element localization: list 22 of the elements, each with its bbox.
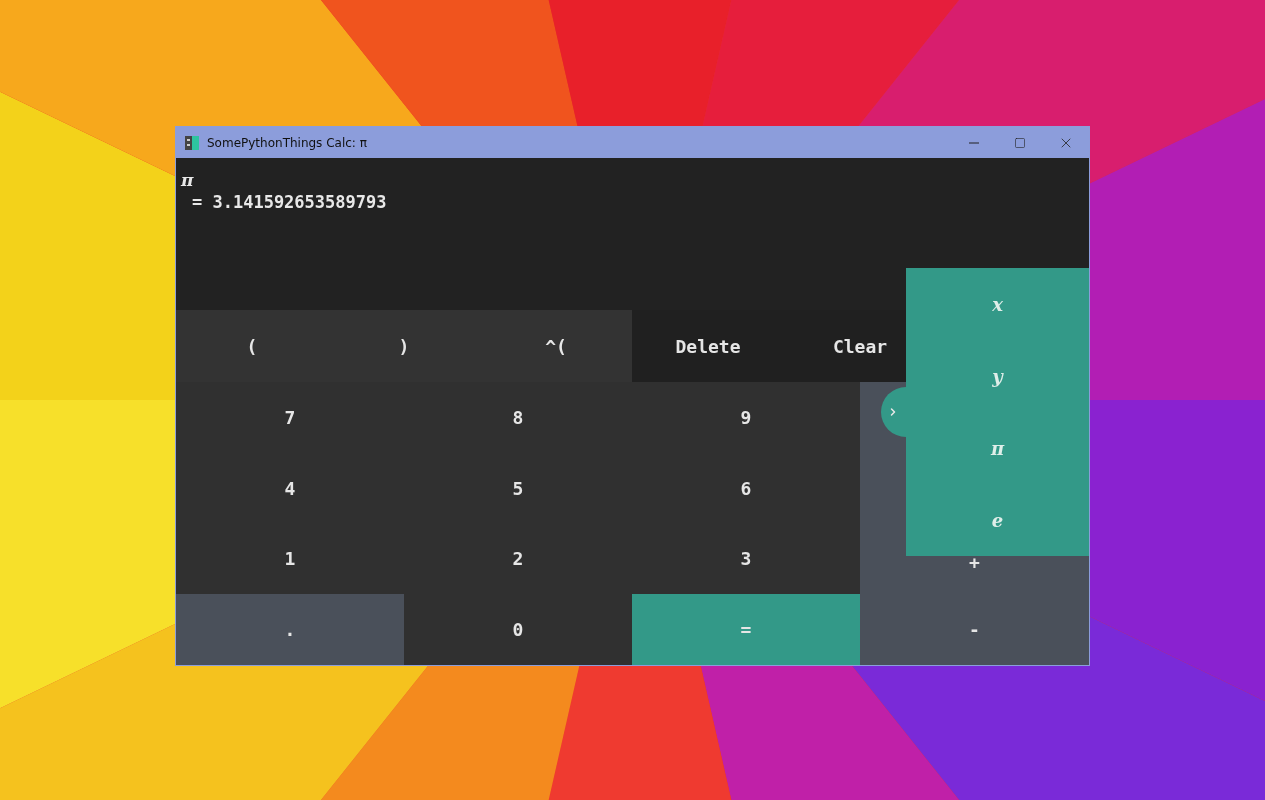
digit-key[interactable]: 3	[632, 523, 860, 595]
digit-key[interactable]: 4	[176, 452, 404, 524]
digit-key[interactable]: 0	[404, 594, 632, 665]
digit-key[interactable]: 2	[404, 523, 632, 595]
digit-key[interactable]: 9	[632, 382, 860, 453]
operator-key[interactable]: +	[860, 556, 1089, 595]
operator-key[interactable]: -	[860, 594, 1089, 665]
function-key[interactable]: )	[328, 310, 480, 382]
decimal-key[interactable]: .	[176, 594, 404, 665]
window-title: SomePythonThings Calc: π	[207, 135, 368, 150]
maximize-icon	[1014, 136, 1026, 149]
function-key[interactable]: (	[176, 310, 328, 382]
minimize-icon	[969, 141, 979, 144]
digit-key[interactable]: 6	[632, 452, 860, 524]
digit-key[interactable]: 1	[176, 523, 404, 595]
app-icon	[185, 135, 199, 150]
digit-key[interactable]: 5	[404, 452, 632, 524]
digit-key[interactable]: 7	[176, 382, 404, 453]
result-text: = 3.141592653589793	[192, 192, 387, 212]
function-key[interactable]: ^(	[480, 310, 632, 382]
digit-key[interactable]: 8	[404, 382, 632, 453]
expression-text: π	[181, 170, 194, 190]
